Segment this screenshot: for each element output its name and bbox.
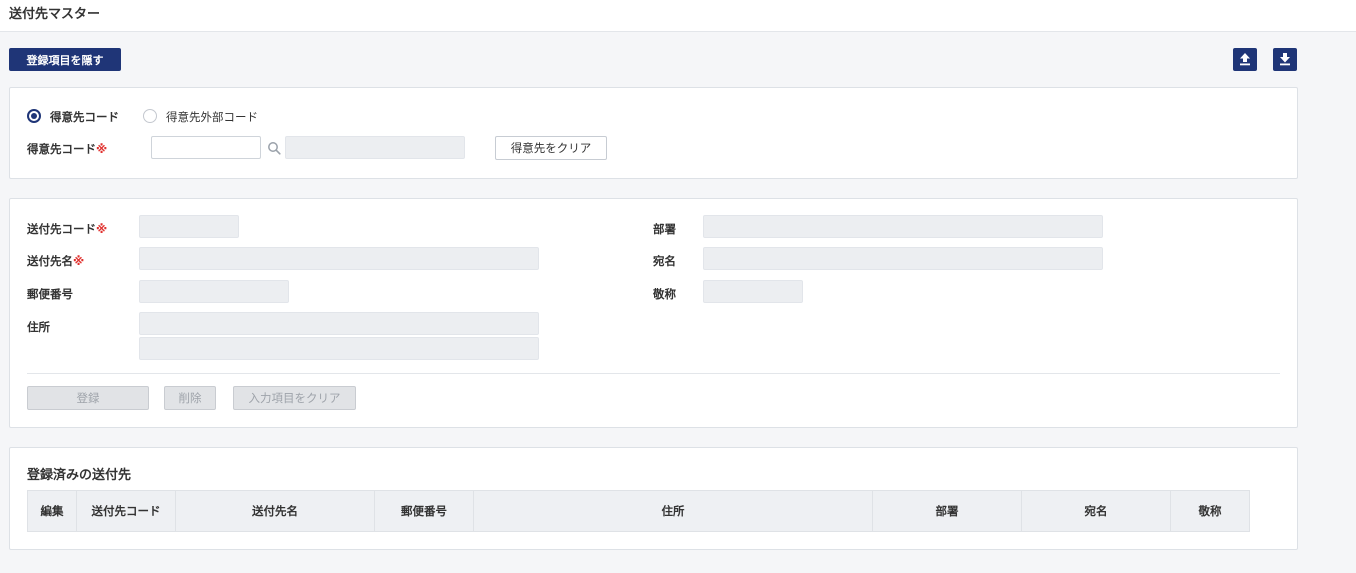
radio-external-code-label: 得意先外部コード: [166, 110, 258, 124]
honorific-input[interactable]: [703, 280, 803, 303]
registered-list-card: 登録済みの送付先 編集 送付先コード 送付先名 郵便番号 住所 部署 宛名 敬称: [9, 447, 1298, 550]
customer-code-input[interactable]: [151, 136, 261, 159]
department-input[interactable]: [703, 215, 1103, 238]
clear-inputs-button[interactable]: 入力項目をクリア: [233, 386, 356, 410]
required-mark: ※: [73, 254, 85, 268]
dest-code-label: 送付先コード※: [27, 222, 108, 236]
section-title: 登録済みの送付先: [27, 468, 132, 483]
radio-customer-code-label: 得意先コード: [50, 110, 119, 124]
hide-fields-button[interactable]: 登録項目を隠す: [9, 48, 121, 71]
column-header-postal: 郵便番号: [374, 490, 474, 532]
customer-card: 得意先コード 得意先外部コード 得意先コード※ 得意先をクリア: [9, 87, 1298, 179]
column-header-dest-code: 送付先コード: [76, 490, 176, 532]
registration-form-card: 送付先コード※ 送付先名※ 郵便番号 住所 部署 宛名 敬称 登録 削除 入力項…: [9, 198, 1298, 428]
column-header-department: 部署: [872, 490, 1022, 532]
column-header-honorific: 敬称: [1170, 490, 1250, 532]
address-label: 住所: [27, 320, 50, 334]
customer-code-label: 得意先コード※: [27, 142, 108, 156]
column-header-dest-name: 送付先名: [175, 490, 375, 532]
upload-icon[interactable]: [1233, 48, 1257, 71]
addressee-input[interactable]: [703, 247, 1103, 270]
radio-customer-code[interactable]: [27, 109, 41, 123]
delete-button[interactable]: 削除: [164, 386, 216, 410]
table-header-row: 編集 送付先コード 送付先名 郵便番号 住所 部署 宛名 敬称: [27, 490, 1250, 532]
honorific-label: 敬称: [653, 287, 676, 301]
column-header-edit: 編集: [27, 490, 77, 532]
dest-name-label: 送付先名※: [27, 254, 85, 268]
dest-name-input[interactable]: [139, 247, 539, 270]
addressee-label: 宛名: [653, 254, 676, 268]
required-mark: ※: [96, 222, 108, 236]
search-icon[interactable]: [267, 140, 281, 159]
radio-external-code[interactable]: [143, 109, 157, 123]
download-icon[interactable]: [1273, 48, 1297, 71]
page-header: 送付先マスター: [0, 0, 1356, 32]
customer-name-display: [285, 136, 465, 159]
address-line2-input[interactable]: [139, 337, 539, 360]
department-label: 部署: [653, 222, 676, 236]
address-line1-input[interactable]: [139, 312, 539, 335]
page-title: 送付先マスター: [9, 7, 101, 22]
clear-customer-button[interactable]: 得意先をクリア: [495, 136, 607, 160]
dest-code-input[interactable]: [139, 215, 239, 238]
destinations-table: 編集 送付先コード 送付先名 郵便番号 住所 部署 宛名 敬称: [27, 490, 1250, 532]
column-header-addressee: 宛名: [1021, 490, 1171, 532]
postal-code-label: 郵便番号: [27, 287, 73, 301]
register-button[interactable]: 登録: [27, 386, 149, 410]
form-divider: [27, 373, 1280, 374]
column-header-address: 住所: [473, 490, 873, 532]
postal-code-input[interactable]: [139, 280, 289, 303]
required-mark: ※: [96, 142, 108, 156]
